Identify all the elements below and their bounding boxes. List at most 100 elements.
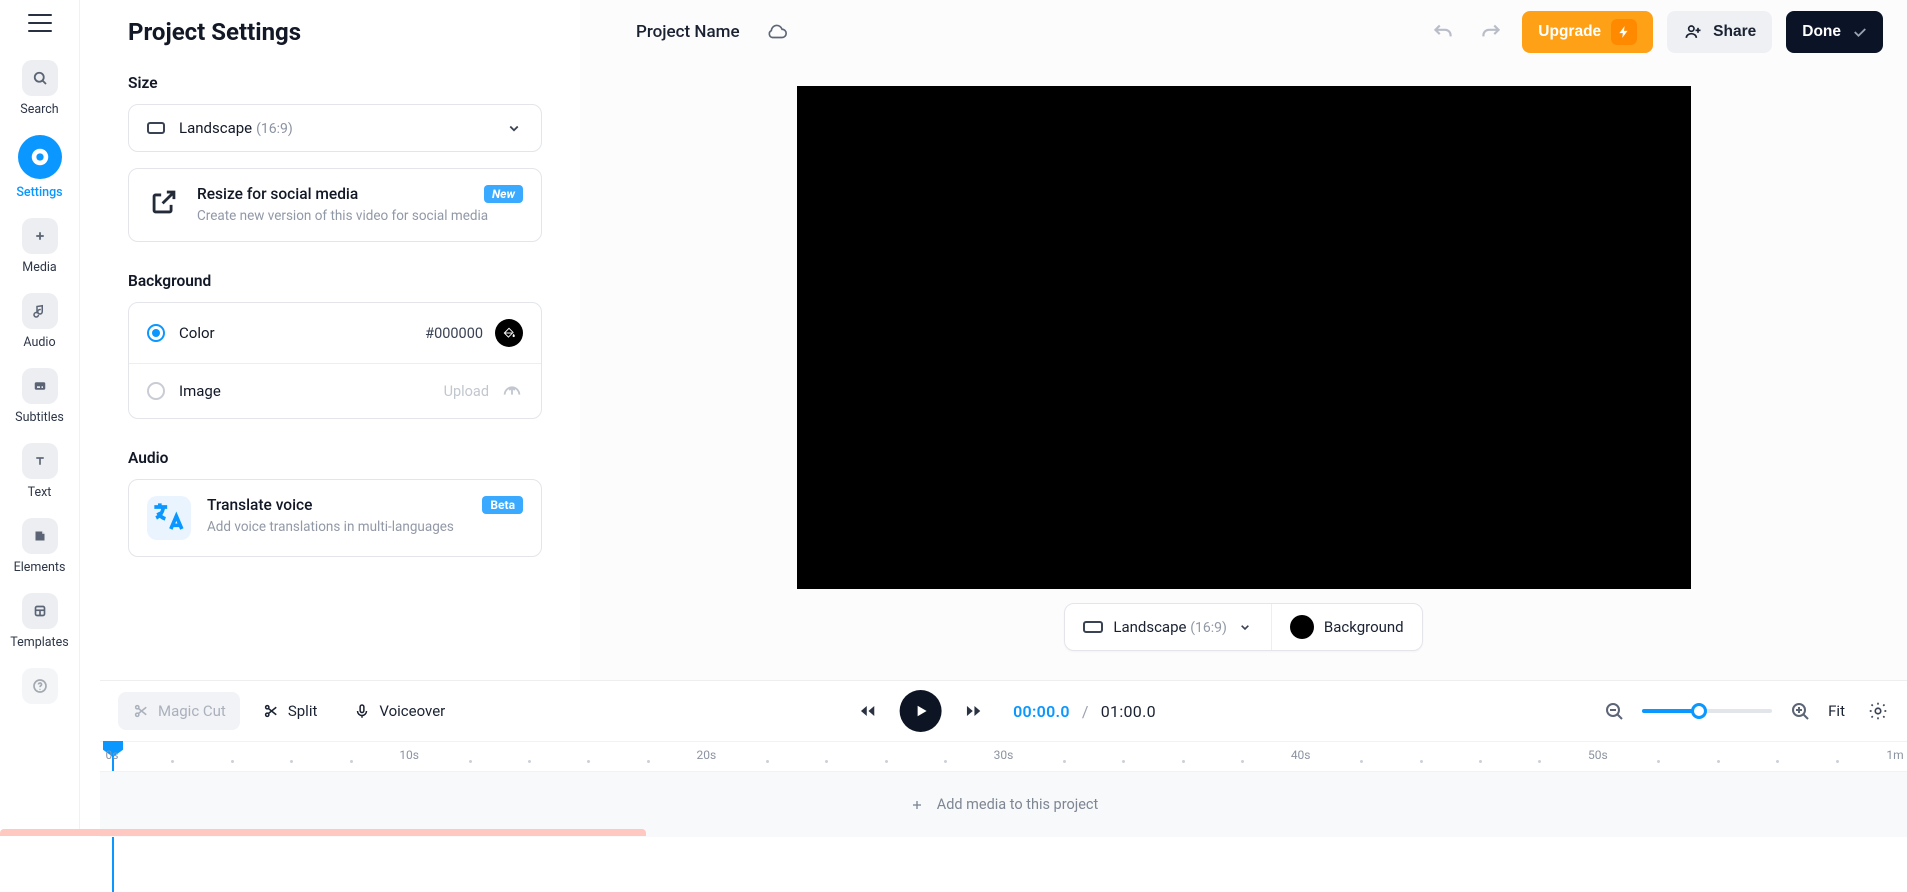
timeline-left-gutter <box>80 680 100 836</box>
ruler-minor-tick <box>647 760 650 763</box>
split-button[interactable]: Split <box>248 692 332 730</box>
fit-button[interactable]: Fit <box>1828 702 1845 720</box>
canvas-aspect-ratio: (16:9) <box>1190 620 1227 636</box>
ruler-minor-tick <box>944 760 947 763</box>
bg-color-radio[interactable] <box>147 324 165 342</box>
ruler-minor-tick <box>1479 760 1482 763</box>
scissors-icon <box>262 702 280 720</box>
nav-label: Settings <box>16 185 62 200</box>
ruler-minor-tick <box>1182 760 1185 763</box>
nav-item-subtitles[interactable]: Subtitles <box>0 368 79 425</box>
voiceover-button[interactable]: Voiceover <box>339 692 459 730</box>
share-label: Share <box>1713 23 1756 41</box>
translate-card[interactable]: Translate voice Beta Add voice translati… <box>128 479 542 557</box>
ruler-tick-label: 30s <box>994 748 1014 762</box>
ruler-minor-tick <box>1122 760 1125 763</box>
ruler-minor-tick <box>1836 760 1839 763</box>
panel-title: Project Settings <box>128 18 542 46</box>
redo-button[interactable] <box>1474 15 1508 49</box>
menu-icon[interactable] <box>28 14 52 32</box>
add-media-track[interactable]: Add media to this project <box>100 771 1907 837</box>
ruler-minor-tick <box>766 760 769 763</box>
nav-label: Templates <box>10 635 68 650</box>
help-icon <box>22 668 58 704</box>
size-label: Landscape <box>179 119 252 137</box>
bg-image-radio[interactable] <box>147 382 165 400</box>
ruler-minor-tick <box>171 760 174 763</box>
timecode-current: 00:00.0 <box>1013 702 1070 721</box>
voiceover-label: Voiceover <box>379 702 445 720</box>
ruler-minor-tick <box>350 760 353 763</box>
nav-item-help[interactable] <box>0 668 79 704</box>
ruler-minor-tick <box>1420 760 1423 763</box>
background-swatch-icon <box>1290 615 1314 639</box>
ruler-minor-tick <box>587 760 590 763</box>
ruler-tick-label: 10s <box>399 748 419 762</box>
nav-item-settings[interactable]: Settings <box>0 135 79 200</box>
forward-button[interactable] <box>957 695 989 727</box>
bg-color-row[interactable]: Color #000000 <box>129 303 541 363</box>
done-button[interactable]: Done <box>1786 11 1883 53</box>
nav-item-media[interactable]: Media <box>0 218 79 275</box>
resize-title: Resize for social media <box>197 185 358 203</box>
share-button[interactable]: Share <box>1667 11 1772 53</box>
nav-item-templates[interactable]: Templates <box>0 593 79 650</box>
new-badge: New <box>484 185 523 203</box>
upload-icon <box>501 380 523 402</box>
resize-card[interactable]: Resize for social media New Create new v… <box>128 168 542 242</box>
undo-button[interactable] <box>1426 15 1460 49</box>
nav-item-elements[interactable]: Elements <box>0 518 79 575</box>
bg-color-hex: #000000 <box>425 325 483 342</box>
timeline-settings-icon[interactable] <box>1867 700 1889 722</box>
subtitles-icon <box>22 368 58 404</box>
nav-item-text[interactable]: Text <box>0 443 79 500</box>
ruler-minor-tick <box>1538 760 1541 763</box>
ruler-minor-tick <box>1241 760 1244 763</box>
project-name[interactable]: Project Name <box>636 22 740 42</box>
translate-icon <box>147 496 191 540</box>
nav-label: Search <box>20 102 58 117</box>
canvas-aspect-button[interactable]: Landscape (16:9) <box>1065 604 1271 650</box>
canvas-aspect-label: Landscape <box>1113 618 1186 636</box>
progress-strip <box>0 829 646 836</box>
canvas-toolbar: Landscape (16:9) Background <box>1064 603 1422 651</box>
ruler-tick-label: 0s <box>106 748 119 762</box>
canvas-area: Landscape (16:9) Background <box>580 64 1907 680</box>
bg-image-label: Image <box>179 382 221 400</box>
canvas-background-button[interactable]: Background <box>1271 604 1422 650</box>
timeline: Magic Cut Split Voiceover 00:00.0 / 01:0… <box>100 680 1907 836</box>
magic-cut-button: Magic Cut <box>118 692 240 730</box>
check-icon <box>1851 23 1869 41</box>
zoom-in-button[interactable] <box>1788 699 1812 723</box>
nav-label: Text <box>28 485 52 500</box>
search-icon <box>22 60 58 96</box>
cloud-icon[interactable] <box>766 21 788 43</box>
ruler-minor-tick <box>290 760 293 763</box>
size-select[interactable]: Landscape(16:9) <box>128 104 542 152</box>
ruler-minor-tick <box>1717 760 1720 763</box>
ruler-tick-label: 50s <box>1588 748 1608 762</box>
ruler-minor-tick <box>528 760 531 763</box>
bg-image-row[interactable]: Image Upload <box>129 363 541 418</box>
zoom-out-button[interactable] <box>1602 699 1626 723</box>
aspect-ratio-icon <box>1083 621 1103 633</box>
ruler-tick-label: 20s <box>696 748 716 762</box>
nav-label: Elements <box>14 560 66 575</box>
timeline-ruler[interactable]: 0s10s20s30s40s50s1m <box>100 741 1907 771</box>
chevron-down-icon <box>505 119 523 137</box>
ruler-minor-tick <box>1776 760 1779 763</box>
rewind-button[interactable] <box>851 695 883 727</box>
play-button[interactable] <box>899 690 941 732</box>
video-canvas[interactable] <box>797 86 1691 589</box>
nav-item-audio[interactable]: Audio <box>0 293 79 350</box>
nav-item-search[interactable]: Search <box>0 60 79 117</box>
canvas-bg-label: Background <box>1324 618 1404 636</box>
bg-color-swatch[interactable] <box>495 319 523 347</box>
chevron-down-icon <box>1237 619 1253 635</box>
split-label: Split <box>288 702 318 720</box>
upgrade-label: Upgrade <box>1538 23 1601 41</box>
music-note-icon <box>22 293 58 329</box>
upgrade-button[interactable]: Upgrade <box>1522 11 1653 53</box>
size-ratio: (16:9) <box>256 121 293 137</box>
zoom-slider[interactable] <box>1642 709 1772 713</box>
